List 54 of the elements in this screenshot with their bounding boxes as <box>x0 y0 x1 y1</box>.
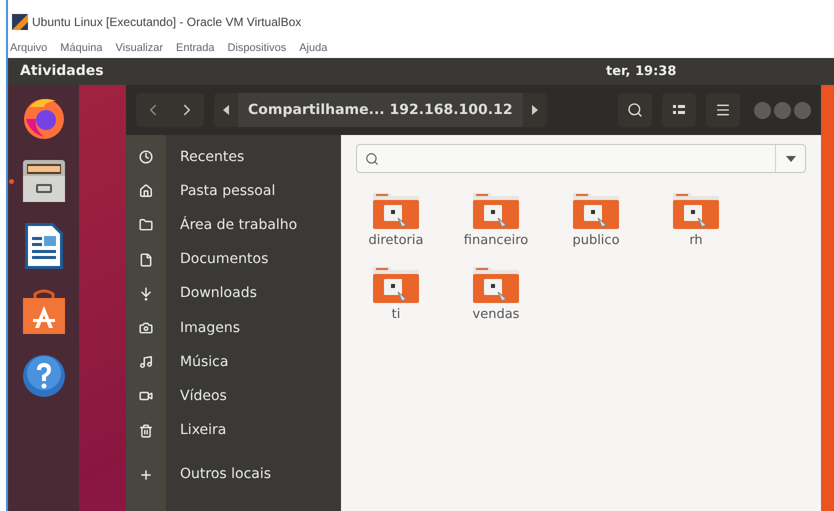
menu-item[interactable]: Arquivo <box>10 40 48 56</box>
sidebar-item[interactable]: Área de trabalho <box>126 208 341 243</box>
document-icon[interactable] <box>22 221 64 271</box>
help-icon[interactable] <box>20 353 66 399</box>
network-folder-icon <box>372 264 420 304</box>
dropdown-icon <box>786 156 796 162</box>
menu-item[interactable]: Máquina <box>60 40 102 56</box>
sidebar-item[interactable]: Pasta pessoal <box>126 174 341 208</box>
trash-icon <box>139 424 153 438</box>
search-button[interactable] <box>618 93 652 127</box>
search-icon <box>627 102 643 118</box>
sidebar-item[interactable]: Imagens <box>126 310 341 346</box>
menu-item[interactable]: Dispositivos <box>228 40 286 56</box>
sidebar-item[interactable]: Lixeira <box>126 414 341 448</box>
menu-item[interactable]: Visualizar <box>116 40 163 56</box>
window-title: Ubuntu Linux [Executando] - Oracle VM VirtualBox <box>32 14 302 31</box>
list-view-icon <box>673 105 685 115</box>
network-folder-icon <box>472 191 520 231</box>
music-icon <box>139 355 153 370</box>
sidebar-item[interactable]: Documentos <box>126 242 341 277</box>
pictures-icon <box>139 321 153 336</box>
sidebar-item[interactable]: Outros locais <box>126 458 341 492</box>
home-icon <box>139 184 153 198</box>
network-folder-icon <box>572 191 620 231</box>
file-cabinet-icon[interactable] <box>20 158 66 204</box>
app-icon <box>12 14 28 30</box>
left-triangle-icon <box>223 105 229 115</box>
clock[interactable]: ter, 19:38 <box>606 62 676 82</box>
search-field[interactable] <box>356 144 806 173</box>
sidebar-item[interactable]: Música <box>126 345 341 380</box>
right-triangle-icon <box>532 105 538 115</box>
folder-name[interactable]: rh <box>689 231 703 250</box>
path-button[interactable]: Compartilhame... 192.168.100.12 <box>238 93 523 127</box>
menu-button[interactable] <box>706 93 740 127</box>
shopping-bag-icon[interactable] <box>20 288 66 336</box>
sidebar-item[interactable]: Recentes <box>126 140 341 174</box>
folder-name[interactable]: diretoria <box>368 231 424 250</box>
documents-icon <box>139 252 153 267</box>
sidebar-item[interactable]: Downloads <box>126 276 341 311</box>
folder-name[interactable]: ti <box>392 304 400 324</box>
folder-name[interactable]: vendas <box>472 304 520 324</box>
menu-icon <box>715 102 731 118</box>
downloads-icon <box>139 286 153 301</box>
network-folder-icon <box>372 191 420 231</box>
folder-name[interactable]: financeiro <box>464 231 528 250</box>
menu-item[interactable]: Entrada <box>176 40 215 56</box>
search-icon <box>365 152 379 166</box>
sidebar-item[interactable]: Vídeos <box>126 379 341 414</box>
network-folder-icon <box>672 191 720 231</box>
activities-button[interactable]: Atividades <box>20 61 104 82</box>
view-toggle-button[interactable] <box>662 93 696 127</box>
folder-name[interactable]: publico <box>572 231 620 250</box>
network-folder-icon <box>472 264 520 304</box>
menu-item[interactable]: Ajuda <box>299 40 328 56</box>
